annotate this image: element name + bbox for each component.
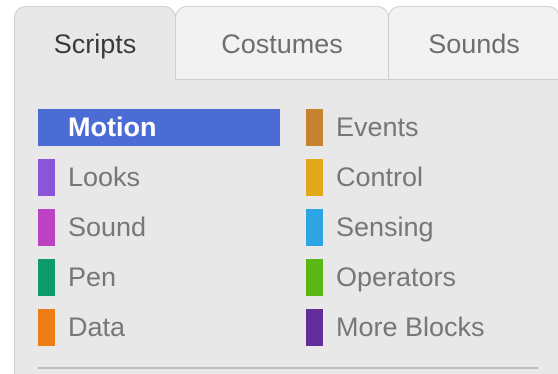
category-pen[interactable]: Pen [38, 259, 116, 296]
category-color-swatch [306, 209, 323, 246]
category-color-swatch [38, 309, 55, 346]
category-events[interactable]: Events [306, 109, 419, 146]
category-more-blocks[interactable]: More Blocks [306, 309, 485, 346]
category-looks[interactable]: Looks [38, 159, 140, 196]
category-label: Sensing [336, 212, 434, 242]
category-color-swatch [38, 209, 55, 246]
palette-divider [38, 367, 538, 369]
category-color-swatch [306, 159, 323, 196]
category-color-swatch [306, 259, 323, 296]
category-color-swatch [306, 309, 323, 346]
category-label: Control [336, 162, 424, 192]
category-label: Pen [68, 262, 117, 292]
category-control[interactable]: Control [306, 159, 423, 196]
category-label: Data [68, 312, 126, 342]
tab-sounds[interactable]: Sounds [388, 6, 558, 80]
category-color-swatch [38, 259, 55, 296]
tab-scripts[interactable]: Scripts [14, 6, 176, 80]
category-label: More Blocks [336, 312, 485, 342]
category-sensing[interactable]: Sensing [306, 209, 434, 246]
editor-tabs: Costumes Sounds Scripts [0, 0, 558, 80]
category-color-swatch [306, 109, 323, 146]
category-sound[interactable]: Sound [38, 209, 146, 246]
category-label: Motion [68, 112, 157, 142]
category-label: Looks [68, 162, 141, 192]
tab-costumes[interactable]: Costumes [175, 6, 389, 80]
category-motion[interactable]: Motion [38, 109, 280, 146]
palette-border [163, 79, 558, 80]
category-label: Operators [336, 262, 457, 292]
category-color-swatch [38, 159, 55, 196]
category-label: Events [336, 112, 419, 142]
category-operators[interactable]: Operators [306, 259, 456, 296]
category-label: Sound [68, 212, 147, 242]
category-data[interactable]: Data [38, 309, 125, 346]
